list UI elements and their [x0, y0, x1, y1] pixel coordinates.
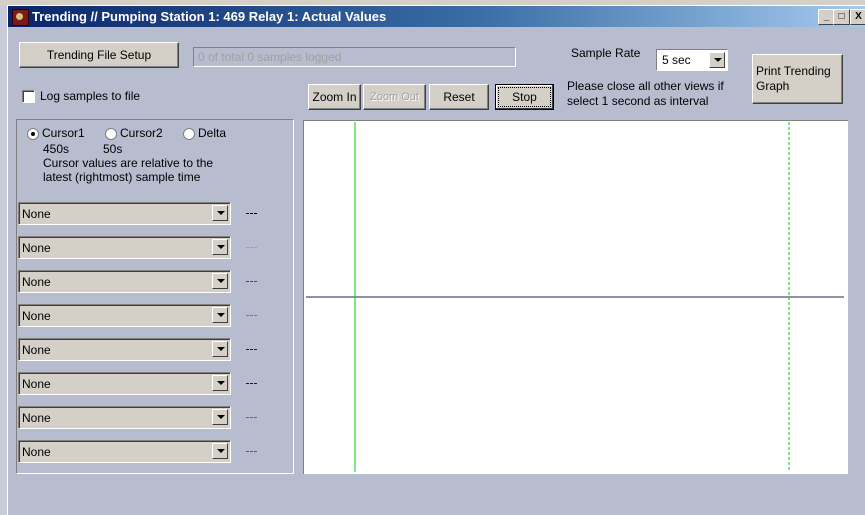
chevron-down-icon[interactable]: [212, 239, 228, 255]
chevron-down-icon[interactable]: [212, 443, 228, 459]
cursor-channel-panel: Cursor1 Cursor2 Delta 450s 50s Cursor va…: [16, 119, 294, 474]
chevron-down-icon[interactable]: [709, 52, 725, 68]
chevron-down-icon[interactable]: [212, 409, 228, 425]
cursor1-value: 450s: [43, 142, 70, 156]
chevron-down-icon[interactable]: [212, 205, 228, 221]
channel-select-5[interactable]: None: [18, 338, 231, 361]
sample-rate-label: Sample Rate: [571, 46, 641, 60]
channel-select-value: None: [22, 445, 51, 459]
channel-select-1[interactable]: None: [18, 202, 231, 225]
log-samples-label: Log samples to file: [40, 89, 141, 103]
channel-select-value: None: [22, 343, 51, 357]
title-bar[interactable]: Trending // Pumping Station 1: 469 Relay…: [8, 6, 865, 27]
channel-select-6[interactable]: None: [18, 372, 231, 395]
channel-legend-1: [246, 213, 257, 214]
sample-rate-value: 5 sec: [662, 53, 691, 67]
channel-select-2[interactable]: None: [18, 236, 231, 259]
maximize-button[interactable]: □: [833, 9, 850, 25]
channel-select-7[interactable]: None: [18, 406, 231, 429]
interval-note-line1: Please close all other views if: [567, 79, 724, 93]
close-button[interactable]: X: [850, 9, 865, 25]
graph-canvas: [306, 122, 844, 472]
stop-button[interactable]: Stop: [495, 84, 554, 110]
trending-graph[interactable]: [303, 120, 848, 474]
trending-window: Trending // Pumping Station 1: 469 Relay…: [7, 5, 865, 515]
channel-select-value: None: [22, 207, 51, 221]
cursor2-radio[interactable]: [105, 128, 117, 140]
print-label-line2: Graph: [756, 79, 790, 93]
channel-legend-7: [246, 417, 257, 418]
log-samples-checkbox[interactable]: [22, 90, 35, 103]
chevron-down-icon[interactable]: [212, 375, 228, 391]
channel-select-value: None: [22, 411, 51, 425]
window-title: Trending // Pumping Station 1: 469 Relay…: [32, 9, 387, 24]
channel-select-3[interactable]: None: [18, 270, 231, 293]
zoom-in-button[interactable]: Zoom In: [308, 84, 361, 110]
channel-legend-2: [246, 247, 257, 248]
channel-legend-4: [246, 315, 257, 316]
cursor2-label: Cursor2: [120, 126, 163, 140]
print-trending-graph-button[interactable]: Print Trending Graph: [752, 54, 843, 104]
samples-logged-field: 0 of total 0 samples logged: [193, 47, 516, 67]
delta-radio[interactable]: [183, 128, 195, 140]
channel-legend-3: [246, 281, 257, 282]
cursor-note-line1: Cursor values are relative to the: [43, 156, 214, 170]
channel-legend-6: [246, 383, 257, 384]
cursor2-value: 50s: [103, 142, 123, 156]
app-icon[interactable]: [12, 9, 29, 26]
print-label-line1: Print Trending: [756, 64, 831, 78]
channel-select-value: None: [22, 241, 51, 255]
interval-note: Please close all other views if select 1…: [567, 79, 724, 109]
cursor1-label: Cursor1: [42, 126, 85, 140]
chevron-down-icon[interactable]: [212, 273, 228, 289]
trending-file-setup-button[interactable]: Trending File Setup: [19, 42, 179, 68]
channel-select-value: None: [22, 309, 51, 323]
channel-select-4[interactable]: None: [18, 304, 231, 327]
cursor-note-line2: latest (rightmost) sample time: [43, 170, 201, 184]
channel-select-value: None: [22, 275, 51, 289]
channel-legend-5: [246, 349, 257, 350]
sample-rate-select[interactable]: 5 sec: [656, 49, 728, 71]
interval-note-line2: select 1 second as interval: [567, 94, 709, 108]
delta-label: Delta: [198, 126, 227, 140]
channel-select-value: None: [22, 377, 51, 391]
chevron-down-icon[interactable]: [212, 341, 228, 357]
cursor1-radio[interactable]: [27, 128, 39, 140]
channel-select-8[interactable]: None: [18, 440, 231, 463]
channel-legend-8: [246, 451, 257, 452]
zoom-out-button[interactable]: Zoom Out: [363, 84, 426, 110]
reset-button[interactable]: Reset: [429, 84, 489, 110]
chevron-down-icon[interactable]: [212, 307, 228, 323]
